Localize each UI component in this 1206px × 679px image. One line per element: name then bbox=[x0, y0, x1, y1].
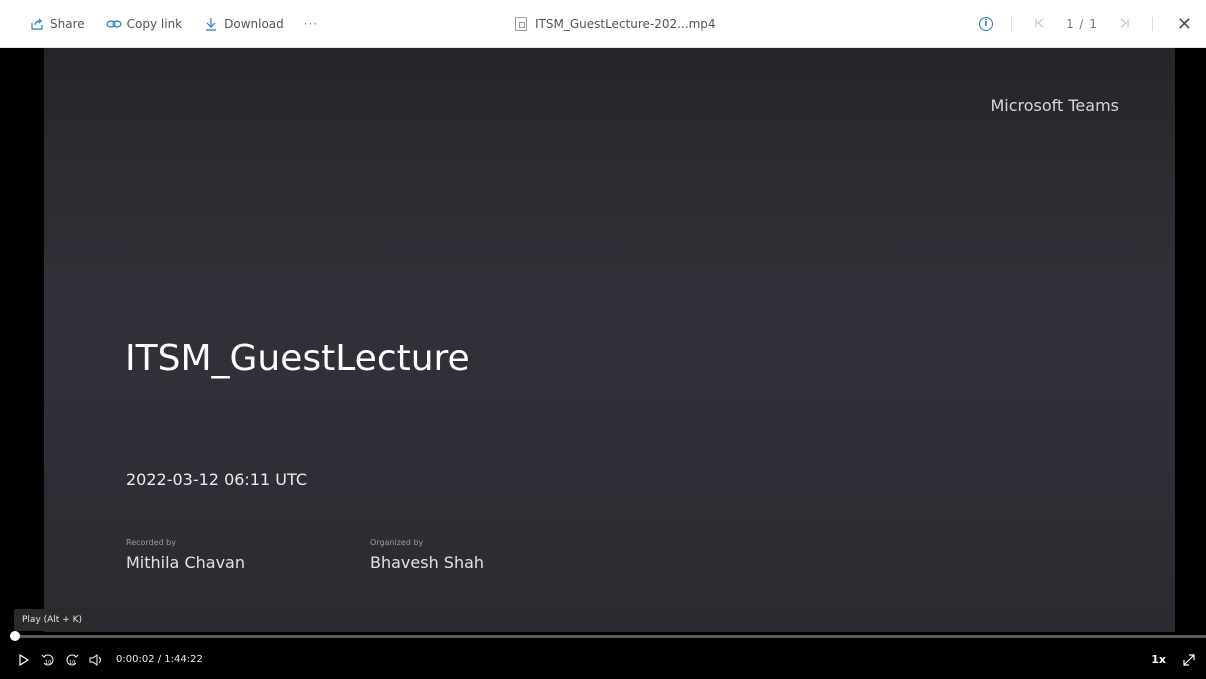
divider bbox=[1151, 17, 1153, 31]
file-icon bbox=[515, 17, 527, 31]
video-frame[interactable]: Microsoft Teams ITSM_GuestLecture 2022-0… bbox=[44, 48, 1175, 632]
forward-10-icon: 10 bbox=[66, 654, 79, 666]
previous-file-icon[interactable] bbox=[1034, 17, 1044, 31]
volume-icon bbox=[89, 653, 101, 666]
download-button[interactable]: Download bbox=[202, 15, 284, 33]
recorded-by-name: Mithila Chavan bbox=[126, 553, 245, 572]
toolbar-right: i 1 / 1 ✕ bbox=[978, 0, 1192, 48]
organized-by-name: Bhavesh Shah bbox=[370, 553, 485, 572]
close-button[interactable]: ✕ bbox=[1177, 14, 1192, 35]
fullscreen-icon bbox=[1183, 653, 1195, 666]
seek-bar[interactable] bbox=[10, 631, 1206, 641]
more-options-button[interactable]: ··· bbox=[304, 17, 318, 31]
recording-title: ITSM_GuestLecture bbox=[125, 338, 470, 379]
download-icon bbox=[202, 15, 220, 33]
svg-text:10: 10 bbox=[45, 660, 51, 666]
fullscreen-button[interactable] bbox=[1182, 640, 1196, 679]
skip-forward-button[interactable]: 10 bbox=[62, 650, 82, 670]
copy-link-button[interactable]: Copy link bbox=[105, 15, 182, 33]
divider bbox=[1010, 17, 1012, 31]
volume-button[interactable] bbox=[86, 650, 106, 670]
top-toolbar: Share Copy link Download ··· ITSM_GuestL… bbox=[0, 0, 1206, 48]
playback-speed-button[interactable]: 1x bbox=[1151, 640, 1166, 679]
file-title: ITSM_GuestLecture-202...mp4 bbox=[515, 0, 716, 48]
recording-datetime: 2022-03-12 06:11 UTC bbox=[126, 470, 307, 489]
brand-label: Microsoft Teams bbox=[990, 96, 1119, 115]
file-name: ITSM_GuestLecture-202...mp4 bbox=[535, 17, 716, 31]
share-label: Share bbox=[50, 17, 85, 31]
next-file-icon[interactable] bbox=[1120, 17, 1130, 31]
info-icon[interactable]: i bbox=[978, 17, 993, 31]
organized-by: Organized by Bhavesh Shah bbox=[370, 538, 484, 572]
skip-back-button[interactable]: 10 bbox=[38, 650, 58, 670]
recorded-by: Recorded by Mithila Chavan bbox=[126, 538, 245, 572]
time-display: 0:00:02 / 1:44:22 bbox=[116, 654, 203, 665]
organized-by-label: Organized by bbox=[370, 538, 424, 547]
rewind-10-icon: 10 bbox=[41, 654, 54, 666]
recorded-by-label: Recorded by bbox=[126, 538, 176, 547]
play-tooltip: Play (Alt + K) bbox=[14, 609, 91, 631]
svg-text:10: 10 bbox=[69, 660, 75, 666]
play-icon bbox=[19, 653, 30, 666]
copy-link-label: Copy link bbox=[126, 17, 183, 31]
link-icon bbox=[105, 15, 123, 33]
share-icon bbox=[28, 15, 46, 33]
play-button[interactable] bbox=[14, 650, 34, 670]
player-controls: 10 10 0:00:02 / 1:44:22 1x bbox=[0, 640, 1206, 679]
toolbar-actions: Share Copy link Download ··· bbox=[28, 0, 338, 48]
share-button[interactable]: Share bbox=[28, 15, 85, 33]
page-counter: 1 / 1 bbox=[1065, 17, 1098, 31]
download-label: Download bbox=[224, 17, 284, 31]
